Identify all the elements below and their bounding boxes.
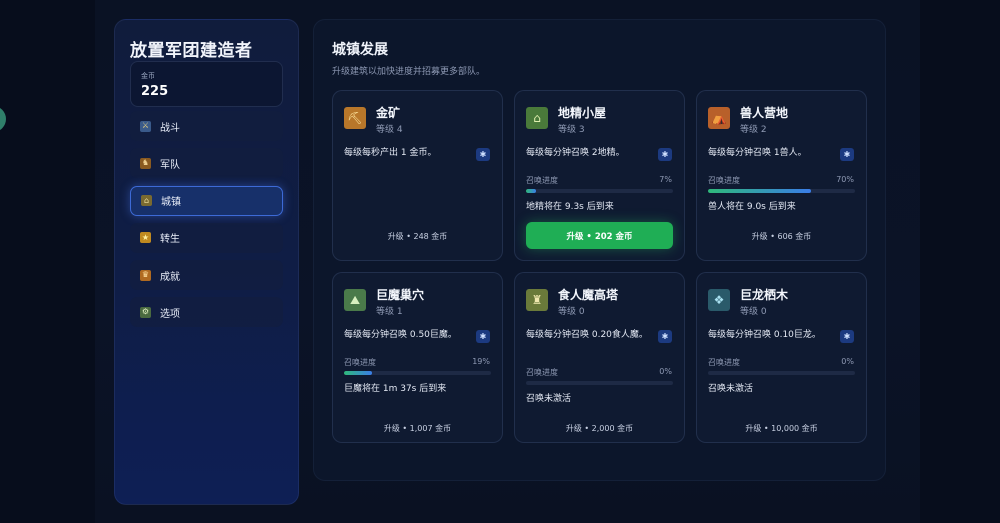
progress-label: 召唤进度 (526, 368, 558, 377)
town-panel: 城镇发展 升级建筑以加快进度并招募更多部队。 ⛏ 金矿 等级 4 每级每秒产出 … (313, 19, 886, 481)
sidebar-item-label: 转生 (160, 234, 180, 246)
info-icon[interactable]: ✱ (476, 148, 490, 161)
building-card-orc-camp: ⛺ 兽人营地 等级 2 每级每分钟召唤 1兽人。 ✱ 召唤进度 70% 兽人将在… (696, 90, 867, 261)
info-icon[interactable]: ✱ (658, 148, 672, 161)
page-subtitle: 升级建筑以加快进度并招募更多部队。 (332, 67, 486, 77)
building-description: 每级每分钟召唤 0.50巨魔。 (344, 330, 457, 340)
side-indicator (0, 106, 6, 132)
building-level: 等级 4 (376, 125, 403, 135)
ogre-tower-icon: ♜ (526, 289, 548, 311)
building-name: 兽人营地 (740, 106, 789, 120)
building-name: 巨魔巢穴 (376, 288, 425, 302)
sidebar-item-town[interactable]: ⌂ 城镇 (130, 185, 283, 216)
building-name: 地精小屋 (558, 106, 607, 120)
town-icon: ⌂ (141, 195, 152, 207)
info-icon[interactable]: ✱ (476, 330, 490, 343)
info-icon[interactable]: ✱ (840, 330, 854, 343)
progress-label: 召唤进度 (708, 358, 740, 367)
building-description: 每级每分钟召唤 0.10巨龙。 (708, 330, 821, 340)
progress-label: 召唤进度 (526, 176, 558, 185)
building-name: 巨龙栖木 (740, 288, 789, 302)
sidebar-item-battle[interactable]: ⚔ 战斗 (130, 111, 283, 141)
sidebar-nav: ⚔ 战斗 ♞ 军队 ⌂ 城镇 ★ 转生 ♛ 成就 ⚙ 选项 (130, 111, 283, 335)
sidebar-item-label: 成就 (160, 271, 180, 283)
progress-fill (708, 189, 811, 193)
building-description: 每级每分钟召唤 2地精。 (526, 148, 625, 158)
upgrade-button[interactable]: 升级 • 248 金币 (333, 231, 502, 242)
progress-fill (526, 189, 537, 193)
sidebar-item-rebirth[interactable]: ★ 转生 (130, 222, 283, 253)
progress-percent: 19% (472, 357, 490, 366)
info-icon[interactable]: ✱ (658, 330, 672, 343)
sidebar-item-options[interactable]: ⚙ 选项 (130, 297, 283, 328)
building-description: 每级每分钟召唤 0.20食人魔。 (526, 330, 648, 340)
building-name: 食人魔高塔 (558, 288, 619, 302)
summon-status: 召唤未激活 (708, 384, 754, 394)
building-level: 等级 0 (740, 307, 767, 317)
upgrade-button[interactable]: 升级 • 606 金币 (697, 231, 866, 242)
summon-status: 巨魔将在 1m 37s 后到来 (344, 384, 447, 394)
upgrade-button[interactable]: 升级 • 1,007 金币 (333, 423, 502, 434)
star-icon: ★ (140, 232, 151, 244)
sidebar-item-label: 城镇 (161, 197, 181, 209)
building-description: 每级每分钟召唤 1兽人。 (708, 148, 807, 158)
building-level: 等级 3 (558, 125, 585, 135)
sidebar-item-label: 军队 (160, 159, 180, 171)
gold-label: 金币 (141, 72, 155, 80)
upgrade-button[interactable]: 升级 • 10,000 金币 (697, 423, 866, 434)
gold-mine-icon: ⛏ (344, 107, 366, 129)
progress-percent: 7% (659, 175, 672, 184)
app-title: 放置军团建造者 (130, 41, 253, 61)
options-icon: ⚙ (140, 306, 151, 318)
progress-label: 召唤进度 (708, 176, 740, 185)
building-card-troll-den: ⛰ 巨魔巢穴 等级 1 每级每分钟召唤 0.50巨魔。 ✱ 召唤进度 19% 巨… (332, 272, 503, 443)
progress-bar (708, 189, 855, 193)
building-card-goblin-hut: ⌂ 地精小屋 等级 3 每级每分钟召唤 2地精。 ✱ 召唤进度 7% 地精将在 … (514, 90, 685, 261)
building-name: 金矿 (376, 106, 401, 120)
progress-label: 召唤进度 (344, 358, 376, 367)
goblin-hut-icon: ⌂ (526, 107, 548, 129)
progress-percent: 70% (836, 175, 854, 184)
info-icon[interactable]: ✱ (840, 148, 854, 161)
progress-percent: 0% (841, 357, 854, 366)
progress-percent: 0% (659, 367, 672, 376)
summon-status: 兽人将在 9.0s 后到来 (708, 202, 796, 212)
page-title: 城镇发展 (332, 42, 388, 58)
gold-value: 225 (141, 84, 169, 99)
upgrade-button[interactable]: 升级 • 2,000 金币 (515, 423, 684, 434)
building-card-ogre-tower: ♜ 食人魔高塔 等级 0 每级每分钟召唤 0.20食人魔。 ✱ 召唤进度 0% … (514, 272, 685, 443)
gold-counter: 金币 225 (130, 61, 283, 107)
progress-fill (344, 371, 372, 375)
summon-status: 地精将在 9.3s 后到来 (526, 202, 614, 212)
soldier-icon: ♞ (140, 157, 151, 169)
sidebar: 放置军团建造者 金币 225 ⚔ 战斗 ♞ 军队 ⌂ 城镇 ★ 转生 ♛ 成就 … (114, 19, 299, 505)
orc-camp-icon: ⛺ (708, 107, 730, 129)
progress-bar (526, 189, 673, 193)
building-card-dragon-roost: ❖ 巨龙栖木 等级 0 每级每分钟召唤 0.10巨龙。 ✱ 召唤进度 0% 召唤… (696, 272, 867, 443)
sidebar-item-army[interactable]: ♞ 军队 (130, 148, 283, 179)
building-card-gold-mine: ⛏ 金矿 等级 4 每级每秒产出 1 金币。 ✱ 升级 • 248 金币 (332, 90, 503, 261)
sidebar-item-label: 选项 (160, 308, 180, 320)
trophy-icon: ♛ (140, 269, 151, 281)
building-level: 等级 1 (376, 307, 403, 317)
progress-bar (526, 381, 673, 385)
building-level: 等级 2 (740, 125, 767, 135)
troll-den-icon: ⛰ (344, 289, 366, 311)
dragon-roost-icon: ❖ (708, 289, 730, 311)
sidebar-item-label: 战斗 (160, 122, 180, 134)
progress-bar (344, 371, 491, 375)
sidebar-item-achievements[interactable]: ♛ 成就 (130, 260, 283, 291)
building-description: 每级每秒产出 1 金币。 (344, 148, 437, 158)
progress-bar (708, 371, 855, 375)
building-level: 等级 0 (558, 307, 585, 317)
crossed-swords-icon: ⚔ (140, 120, 151, 132)
upgrade-button[interactable]: 升级 • 202 金币 (526, 222, 673, 249)
summon-status: 召唤未激活 (526, 394, 572, 404)
